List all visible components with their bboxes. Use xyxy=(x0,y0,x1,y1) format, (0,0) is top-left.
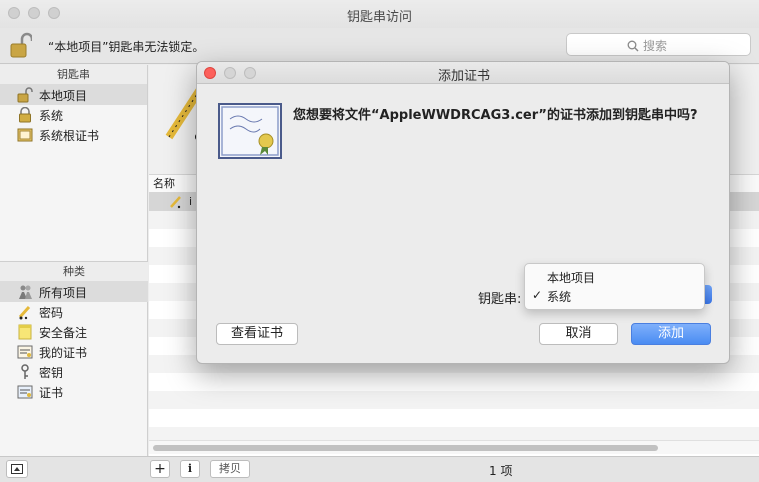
dialog-title: 添加证书 xyxy=(437,69,490,84)
sidebar-item-my-certificates[interactable]: 我的证书 xyxy=(0,342,148,362)
add-certificate-dialog: 添加证书 您想要将文件“AppleWWDRCAG3.cer”的证书添加到钥匙串中… xyxy=(196,61,730,364)
sidebar-item-label: 系统根证书 xyxy=(39,128,100,143)
bottom-bar: + i 拷贝 1 项 xyxy=(0,456,759,482)
sidebar-item-label: 系统 xyxy=(39,108,64,123)
sidebar-item-local-items[interactable]: 本地项目 xyxy=(0,85,147,105)
popup-option-local-items[interactable]: 本地项目 xyxy=(547,269,595,286)
info-button[interactable]: i xyxy=(180,460,200,478)
sidebar-item-label: 我的证书 xyxy=(39,345,88,360)
sidebar-toggle-icon xyxy=(11,464,23,474)
sidebar-item-system-roots[interactable]: 系统根证书 xyxy=(0,125,147,145)
certificate-icon xyxy=(16,384,34,400)
sidebar-item-system[interactable]: 系统 xyxy=(0,105,147,125)
sidebar-item-keys[interactable]: 密钥 xyxy=(0,362,148,382)
add-button[interactable]: 添加 xyxy=(631,323,711,345)
category-section: 种类 所有项目 密码 安全备注 我的证书 密钥 证书 xyxy=(0,261,148,402)
note-icon xyxy=(16,324,34,340)
certificate-icon xyxy=(16,344,34,360)
pencil-icon xyxy=(16,304,34,320)
pencil-icon xyxy=(170,196,181,209)
sidebar-item-label: 安全备注 xyxy=(39,325,88,340)
dialog-titlebar: 添加证书 xyxy=(197,62,729,84)
cabinet-icon xyxy=(16,127,34,143)
sidebar-item-label: 本地项目 xyxy=(39,88,88,103)
popup-option-system[interactable]: 系统 xyxy=(547,288,571,305)
certificate-icon xyxy=(218,103,282,159)
item-count: 1 项 xyxy=(489,464,513,478)
add-certificate-question: 您想要将文件“AppleWWDRCAG3.cer”的证书添加到钥匙串中吗? xyxy=(293,108,698,123)
cancel-button[interactable]: 取消 xyxy=(539,323,618,345)
people-icon xyxy=(16,284,34,300)
sidebar: 钥匙串 本地项目 系统 系统根证书 种类 所有项目 密码 安全备注 我的证书 密… xyxy=(0,65,148,456)
checkmark-icon: ✓ xyxy=(532,288,543,302)
key-icon xyxy=(16,364,34,380)
view-certificate-button[interactable]: 查看证书 xyxy=(216,323,298,345)
sidebar-item-all-items[interactable]: 所有项目 xyxy=(0,282,148,302)
keychains-header: 钥匙串 xyxy=(0,65,147,85)
search-placeholder: 搜索 xyxy=(643,39,668,53)
sidebar-item-label: 密码 xyxy=(39,305,64,320)
sidebar-item-certificates[interactable]: 证书 xyxy=(0,382,148,402)
toolbar: “本地项目”钥匙串无法锁定。 搜索 xyxy=(0,28,759,64)
copy-button[interactable]: 拷贝 xyxy=(210,460,250,478)
add-item-button[interactable]: + xyxy=(150,460,170,478)
sidebar-item-label: 所有项目 xyxy=(39,285,88,300)
sidebar-item-passwords[interactable]: 密码 xyxy=(0,302,148,322)
lock-icon xyxy=(16,107,34,123)
search-icon xyxy=(627,40,639,51)
item-name: i xyxy=(189,195,193,208)
window-title: 钥匙串访问 xyxy=(346,10,412,25)
keychain-label: 钥匙串: xyxy=(478,292,522,307)
horizontal-scrollbar[interactable] xyxy=(149,440,759,454)
scrollbar-thumb[interactable] xyxy=(153,445,658,451)
keychain-popup-menu[interactable]: 本地项目 ✓ 系统 xyxy=(524,263,705,310)
category-header: 种类 xyxy=(0,262,148,282)
sidebar-item-label: 密钥 xyxy=(39,365,64,380)
open-lock-icon[interactable] xyxy=(10,32,34,63)
open-lock-icon xyxy=(16,87,34,103)
window-titlebar: 钥匙串访问 xyxy=(0,0,759,28)
table-row xyxy=(149,391,759,409)
search-input[interactable]: 搜索 xyxy=(566,33,751,56)
lock-message: “本地项目”钥匙串无法锁定。 xyxy=(48,40,205,54)
sidebar-item-label: 证书 xyxy=(39,385,64,400)
show-sidebar-button[interactable] xyxy=(6,460,28,478)
sidebar-item-secure-notes[interactable]: 安全备注 xyxy=(0,322,148,342)
